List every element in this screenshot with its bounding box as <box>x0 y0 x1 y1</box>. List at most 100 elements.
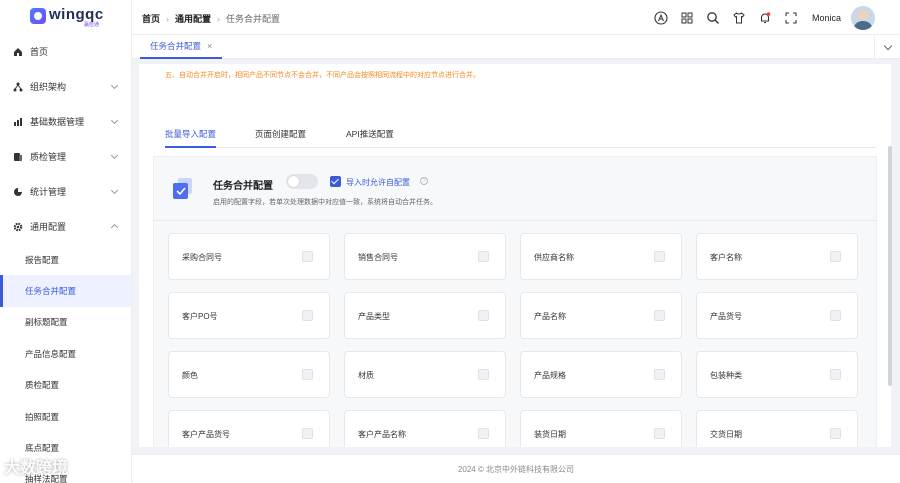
close-icon[interactable]: × <box>207 41 212 51</box>
translate-icon[interactable] <box>648 5 674 31</box>
field-label: 销售合同号 <box>358 253 398 262</box>
field-card[interactable]: 产品规格 <box>520 351 682 398</box>
field-card[interactable]: 客户产品货号 <box>168 410 330 447</box>
sidebar-subitem-label: 任务合并配置 <box>25 286 77 297</box>
field-card[interactable]: 颜色 <box>168 351 330 398</box>
user-name[interactable]: Monica <box>812 13 841 23</box>
chevron-down-icon <box>110 151 119 160</box>
field-checkbox[interactable] <box>478 310 489 321</box>
sidebar-subitem-report[interactable]: 报告配置 <box>0 244 131 275</box>
sidebar-item-base-data[interactable]: 基础数据管理 <box>0 104 131 139</box>
header-tools: Monica <box>648 0 900 35</box>
sidebar: wingqc 赢检通 首页 组织架构 基础数据管理 质检管理 统计管理 通用配置… <box>0 0 132 483</box>
field-label: 产品类型 <box>358 312 390 321</box>
chevron-down-icon <box>110 186 119 195</box>
tab-api-push[interactable]: API推送配置 <box>346 128 394 148</box>
shirt-icon[interactable] <box>726 5 752 31</box>
tab-label: 任务合并配置 <box>150 41 202 51</box>
tab-batch-import[interactable]: 批量导入配置 <box>165 128 217 148</box>
field-label: 采购合同号 <box>182 253 222 262</box>
sidebar-subitem-subtitle[interactable]: 副标题配置 <box>0 307 131 338</box>
sidebar-item-stats[interactable]: 统计管理 <box>0 174 131 209</box>
config-card: 任务合并配置 导入时允许自配置 ? 启用的配置字段，若单次处理数据中对应值一致，… <box>153 156 877 447</box>
field-checkbox[interactable] <box>654 428 665 439</box>
sidebar-subitem-qc[interactable]: 质检配置 <box>0 370 131 401</box>
scrollbar[interactable] <box>888 146 892 386</box>
search-icon[interactable] <box>700 5 726 31</box>
field-card[interactable]: 交货日期 <box>696 410 858 447</box>
allow-self-config-checkbox[interactable] <box>330 176 341 187</box>
field-card[interactable]: 客户产品名称 <box>344 410 506 447</box>
apps-icon[interactable] <box>674 5 700 31</box>
field-checkbox[interactable] <box>302 251 313 262</box>
sidebar-subitem-label: 拍照配置 <box>25 411 60 422</box>
field-card[interactable]: 材质 <box>344 351 506 398</box>
config-title: 任务合并配置 <box>213 181 273 192</box>
sidebar-item-home[interactable]: 首页 <box>0 34 131 69</box>
inspect-icon <box>13 152 23 162</box>
org-icon <box>13 82 23 92</box>
main-panel: 五、自动合并开启时，相同产品不同节点不会合并，不同产品会按照相同流程中的对应节点… <box>139 64 891 447</box>
field-label: 交货日期 <box>710 430 742 439</box>
field-checkbox[interactable] <box>830 251 841 262</box>
sidebar-subitem-task-merge[interactable]: 任务合并配置 <box>0 275 131 308</box>
field-card[interactable]: 销售合同号 <box>344 233 506 280</box>
help-icon[interactable]: ? <box>420 177 428 185</box>
field-card[interactable]: 供应商名称 <box>520 233 682 280</box>
breadcrumb-home[interactable]: 首页 <box>142 12 160 25</box>
field-label: 客户名称 <box>710 253 742 262</box>
sidebar-item-general-config[interactable]: 通用配置 <box>0 209 131 244</box>
field-checkbox[interactable] <box>830 310 841 321</box>
field-checkbox[interactable] <box>830 428 841 439</box>
field-checkbox[interactable] <box>478 251 489 262</box>
field-card[interactable]: 产品名称 <box>520 292 682 339</box>
merge-toggle-switch[interactable] <box>286 174 318 189</box>
field-card[interactable]: 产品货号 <box>696 292 858 339</box>
sidebar-item-inspection[interactable]: 质检管理 <box>0 139 131 174</box>
tab-dropdown-chevron-icon[interactable] <box>874 35 900 59</box>
sidebar-item-org[interactable]: 组织架构 <box>0 69 131 104</box>
sidebar-subitem-label: 产品信息配置 <box>25 348 77 359</box>
sidebar-subitem-label: 副标题配置 <box>25 317 68 328</box>
top-header: 首页 › 通用配置 › 任务合并配置 Monica <box>132 0 900 35</box>
config-description: 启用的配置字段，若单次处理数据中对应值一致，系统将自动合并任务。 <box>213 199 437 206</box>
breadcrumb-general-config[interactable]: 通用配置 <box>175 12 211 25</box>
allow-self-config-label[interactable]: 导入时允许自配置 <box>346 177 410 188</box>
field-card[interactable]: 包装种类 <box>696 351 858 398</box>
field-card[interactable]: 客户名称 <box>696 233 858 280</box>
sidebar-item-label: 统计管理 <box>30 187 67 197</box>
field-label: 产品名称 <box>534 312 566 321</box>
field-card[interactable]: 产品类型 <box>344 292 506 339</box>
fullscreen-icon[interactable] <box>778 5 804 31</box>
config-tabs: 批量导入配置 页面创建配置 API推送配置 <box>165 122 877 148</box>
gear-icon <box>13 222 23 232</box>
field-label: 供应商名称 <box>534 253 574 262</box>
sidebar-subitem-photo[interactable]: 拍照配置 <box>0 401 131 432</box>
sidebar-subitem-label: 底点配置 <box>25 443 60 454</box>
field-checkbox[interactable] <box>654 369 665 380</box>
field-checkbox[interactable] <box>478 369 489 380</box>
tab-task-merge[interactable]: 任务合并配置 × <box>140 35 223 59</box>
sidebar-subitem-product-info[interactable]: 产品信息配置 <box>0 338 131 369</box>
field-card[interactable]: 装货日期 <box>520 410 682 447</box>
field-label: 客户产品名称 <box>358 430 406 439</box>
field-checkbox[interactable] <box>654 310 665 321</box>
sidebar-subitem-label: 报告配置 <box>25 254 60 265</box>
avatar[interactable] <box>851 5 875 30</box>
tab-page-create[interactable]: 页面创建配置 <box>255 128 306 148</box>
field-label: 装货日期 <box>534 430 566 439</box>
breadcrumb-current: 任务合并配置 <box>226 14 281 24</box>
breadcrumb-separator-icon: › <box>166 13 170 24</box>
field-card[interactable]: 采购合同号 <box>168 233 330 280</box>
field-checkbox[interactable] <box>478 428 489 439</box>
field-checkbox[interactable] <box>302 310 313 321</box>
field-card[interactable]: 客户PO号 <box>168 292 330 339</box>
merge-task-icon <box>172 177 194 201</box>
field-checkbox[interactable] <box>830 369 841 380</box>
field-checkbox[interactable] <box>654 251 665 262</box>
logo[interactable]: wingqc 赢检通 <box>0 0 131 34</box>
field-checkbox[interactable] <box>302 428 313 439</box>
field-checkbox[interactable] <box>302 369 313 380</box>
bell-icon[interactable] <box>752 5 778 31</box>
config-card-header: 任务合并配置 导入时允许自配置 ? 启用的配置字段，若单次处理数据中对应值一致，… <box>154 157 876 221</box>
